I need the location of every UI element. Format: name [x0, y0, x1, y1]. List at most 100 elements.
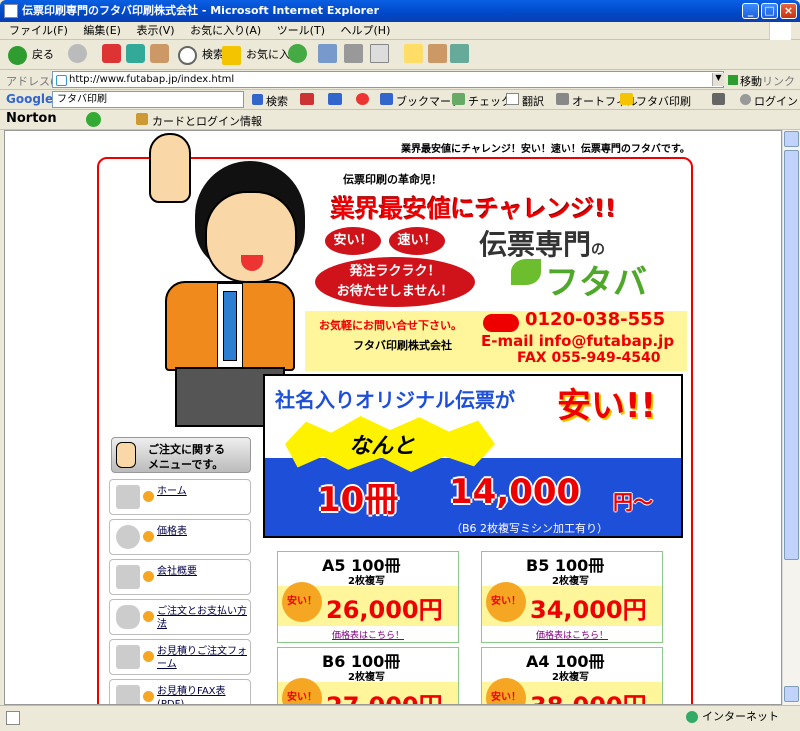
- research-icon: [428, 44, 447, 63]
- autofill-icon: [556, 93, 569, 105]
- menu-item-order-payment[interactable]: ご注文とお支払い方法: [109, 599, 251, 635]
- links-button[interactable]: リンク: [762, 73, 795, 89]
- price-list-link[interactable]: 価格表はこちら！: [332, 628, 404, 641]
- norton-safe-icon[interactable]: [86, 112, 101, 127]
- news-icon[interactable]: [328, 93, 342, 105]
- discuss-button[interactable]: [404, 44, 423, 66]
- translate-button[interactable]: 翻訳: [506, 93, 544, 109]
- leaf-logo-icon: [511, 259, 541, 285]
- close-button[interactable]: ×: [780, 3, 797, 19]
- norton-logo[interactable]: Norton: [6, 111, 57, 126]
- print-button[interactable]: [344, 44, 363, 66]
- home-button[interactable]: [150, 44, 169, 66]
- fast-badge: 速い！: [389, 227, 445, 255]
- forward-button[interactable]: [68, 44, 87, 66]
- messenger-button[interactable]: [450, 44, 469, 66]
- promo-note: （B6 2枚複写ミシン加工有り）: [451, 522, 609, 535]
- scroll-thumb[interactable]: [784, 150, 799, 560]
- go-arrow-icon: [728, 75, 738, 85]
- history-button[interactable]: [288, 44, 307, 66]
- menu-file[interactable]: ファイル(F): [9, 24, 68, 37]
- menu-item-company[interactable]: 会社概要: [109, 559, 251, 595]
- stop-button[interactable]: [102, 44, 121, 66]
- mouse-icon: [116, 605, 140, 629]
- wrench-icon[interactable]: [712, 93, 725, 105]
- arrow-right-icon: [143, 531, 154, 542]
- window-title-bar[interactable]: 伝票印刷専門のフタバ印刷株式会社 - Microsoft Internet Ex…: [0, 0, 800, 22]
- refresh-button[interactable]: [126, 44, 145, 66]
- promo-cheap: 安い!!: [557, 386, 657, 426]
- google-login-button[interactable]: ログイン: [740, 93, 798, 109]
- edit-button[interactable]: [370, 44, 389, 66]
- note-icon: [404, 44, 423, 63]
- arrow-right-icon: [143, 491, 154, 502]
- arrow-right-icon: [143, 691, 154, 702]
- scroll-up-button[interactable]: [784, 131, 799, 147]
- yen-coin-icon: [116, 525, 140, 549]
- company-name: フタバ印刷株式会社: [353, 339, 452, 352]
- address-input[interactable]: http://www.futabap.jp/index.html: [52, 71, 724, 88]
- search-button[interactable]: 検索: [178, 44, 224, 66]
- highlight-button[interactable]: フタバ印刷: [620, 93, 691, 109]
- window-title: 伝票印刷専門のフタバ印刷株式会社 - Microsoft Internet Ex…: [22, 4, 379, 17]
- price-card-b5: B5 100冊 2枚複写 安い！ 34,000円 価格表はこちら！: [481, 551, 663, 643]
- thumbs-up-hand: [149, 133, 191, 203]
- menu-edit[interactable]: 編集(E): [83, 24, 121, 37]
- menu-view[interactable]: 表示(V): [136, 24, 174, 37]
- price-copies: 2枚複写: [552, 576, 589, 587]
- mail-button[interactable]: [318, 44, 337, 66]
- menu-item-fax-form[interactable]: お見積りFAX表(PDF): [109, 679, 251, 704]
- fax-number: FAX 055-949-4540: [517, 350, 661, 366]
- promo-nanto: なんと: [349, 434, 416, 459]
- card-login-button[interactable]: カードとログイン情報: [136, 113, 262, 129]
- back-button[interactable]: 戻る: [8, 44, 54, 66]
- scroll-down-button[interactable]: [784, 686, 799, 702]
- status-bar: インターネット: [0, 705, 800, 731]
- printer-icon: [344, 44, 363, 63]
- easy-line-2: お待たせしません！: [336, 284, 454, 299]
- price-value: 26,000円: [326, 596, 443, 624]
- page-status-icon: [6, 711, 20, 725]
- pagerank-icon[interactable]: [300, 93, 314, 105]
- edit-icon: [370, 44, 389, 63]
- google-search-input[interactable]: フタバ印刷: [52, 91, 244, 108]
- revolution-text: 伝票印刷の革命児！: [343, 173, 442, 186]
- popup-blocker-icon[interactable]: [356, 93, 369, 105]
- highlighter-icon: [620, 93, 633, 105]
- menu-item-price-list[interactable]: 価格表: [109, 519, 251, 555]
- research-button[interactable]: [428, 44, 447, 66]
- maximize-button[interactable]: □: [761, 3, 778, 19]
- mascot-tie: [223, 291, 237, 361]
- arrow-right-icon: [143, 611, 154, 622]
- go-button[interactable]: 移動: [728, 73, 762, 89]
- vertical-scrollbar[interactable]: [782, 130, 800, 705]
- search-icon: [178, 46, 197, 65]
- promo-yen: 円～: [613, 490, 653, 514]
- google-logo: Google: [6, 92, 54, 106]
- google-g-icon: [252, 94, 263, 105]
- address-dropdown-icon[interactable]: ▼: [712, 73, 724, 86]
- promo-box: 社名入りオリジナル伝票が 安い!! なんと 10冊 14,000 円～ （B6 …: [263, 374, 683, 538]
- home-icon: [150, 44, 169, 63]
- back-arrow-icon: [8, 46, 27, 65]
- price-value: 34,000円: [530, 596, 647, 624]
- menu-item-home[interactable]: ホーム: [109, 479, 251, 515]
- fax-icon: [116, 685, 140, 704]
- cheap-badge: 安い！: [486, 582, 526, 622]
- menu-tools[interactable]: ツール(T): [277, 24, 325, 37]
- arrow-right-icon: [143, 651, 154, 662]
- clipboard-icon: [116, 645, 140, 669]
- stop-icon: [102, 44, 121, 63]
- bookmarks-button[interactable]: ブックマーク: [380, 93, 462, 109]
- menu-header-line-2: メニューです。: [148, 458, 224, 471]
- google-search-button[interactable]: 検索: [252, 93, 288, 109]
- house-icon: [116, 485, 140, 509]
- menu-help[interactable]: ヘルプ(H): [341, 24, 391, 37]
- menu-favorites[interactable]: お気に入り(A): [190, 24, 261, 37]
- brand-name: フタバ: [545, 263, 647, 303]
- mail-icon: [318, 44, 337, 63]
- price-list-link[interactable]: 価格表はこちら！: [536, 628, 608, 641]
- minimize-button[interactable]: _: [742, 3, 759, 19]
- menu-item-order-form[interactable]: お見積りご注文フォーム: [109, 639, 251, 675]
- spellcheck-button[interactable]: チェック: [452, 93, 512, 109]
